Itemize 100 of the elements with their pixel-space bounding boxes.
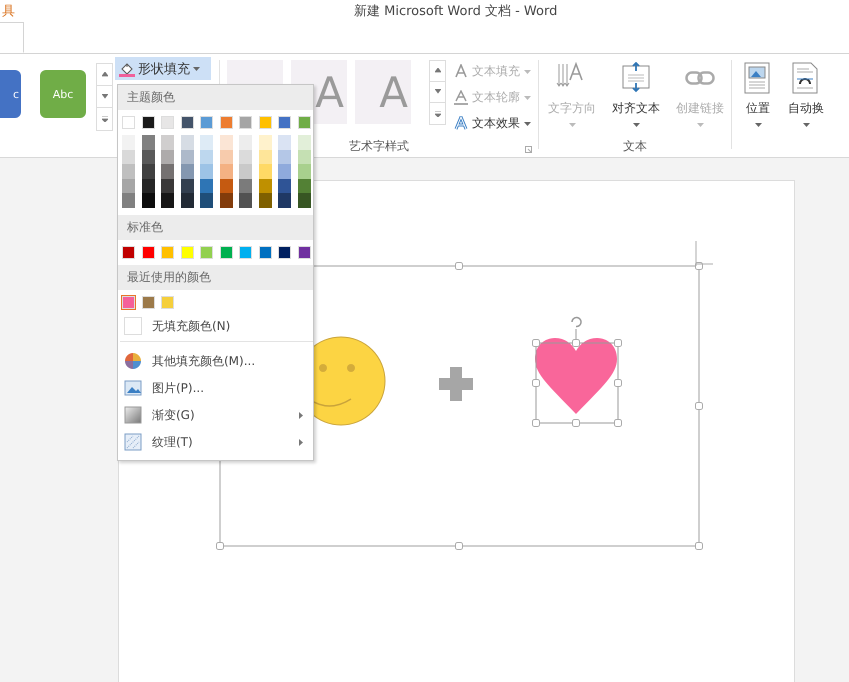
- color-swatch[interactable]: [122, 135, 135, 150]
- shape-style-button[interactable]: c: [0, 70, 21, 118]
- color-swatch[interactable]: [161, 246, 174, 259]
- color-swatch[interactable]: [122, 296, 135, 309]
- color-swatch[interactable]: [161, 164, 174, 179]
- color-swatch[interactable]: [278, 135, 291, 150]
- color-swatch[interactable]: [180, 193, 194, 208]
- color-swatch[interactable]: [239, 193, 252, 208]
- color-swatch[interactable]: [298, 246, 310, 259]
- window-title: 新建 Microsoft Word 文档 - Word: [354, 3, 558, 20]
- text-effects-button[interactable]: 文本效果: [454, 113, 531, 134]
- shape-fill-button[interactable]: 形状填充: [115, 57, 211, 80]
- color-swatch[interactable]: [200, 178, 213, 194]
- color-swatch[interactable]: [200, 246, 213, 259]
- color-swatch[interactable]: [278, 150, 291, 164]
- color-swatch[interactable]: [278, 164, 291, 179]
- gradient-menu-item[interactable]: 渐变(G): [118, 402, 313, 429]
- color-swatch[interactable]: [180, 116, 194, 129]
- color-swatch[interactable]: [258, 246, 272, 259]
- color-swatch[interactable]: [298, 164, 310, 179]
- color-swatch[interactable]: [239, 116, 252, 129]
- color-swatch[interactable]: [239, 135, 252, 150]
- color-swatch[interactable]: [180, 164, 194, 179]
- color-swatch[interactable]: [142, 193, 154, 208]
- color-swatch[interactable]: [278, 246, 291, 259]
- color-swatch[interactable]: [142, 246, 154, 259]
- more-menu-item[interactable]: 其他填充颜色(M)...: [118, 348, 313, 375]
- color-swatch[interactable]: [258, 135, 272, 150]
- color-swatch[interactable]: [239, 178, 252, 194]
- color-swatch[interactable]: [298, 150, 310, 164]
- up-arrow-icon: [434, 68, 440, 74]
- color-swatch[interactable]: [122, 116, 135, 129]
- color-swatch[interactable]: [142, 135, 154, 150]
- color-swatch[interactable]: [122, 150, 135, 164]
- position-button[interactable]: 位置: [734, 60, 782, 157]
- no-fill-menu-item[interactable]: 无填充颜色(N): [118, 312, 313, 340]
- color-swatch[interactable]: [220, 178, 232, 194]
- color-swatch[interactable]: [200, 116, 213, 129]
- color-swatch[interactable]: [200, 150, 213, 164]
- color-swatch[interactable]: [220, 150, 232, 164]
- dialog-launcher-icon[interactable]: [525, 146, 532, 153]
- color-swatch[interactable]: [161, 193, 174, 208]
- color-swatch[interactable]: [161, 116, 174, 129]
- color-swatch[interactable]: [180, 150, 194, 164]
- color-swatch[interactable]: [239, 150, 252, 164]
- group-label: 文本: [623, 138, 647, 154]
- submenu-arrow-icon: [299, 412, 303, 419]
- section-header: 主题颜色: [118, 85, 313, 110]
- color-swatch[interactable]: [180, 135, 194, 150]
- color-swatch[interactable]: [180, 246, 194, 259]
- color-swatch[interactable]: [161, 135, 174, 150]
- color-swatch[interactable]: [122, 193, 135, 208]
- ribbon-tab[interactable]: [0, 22, 24, 53]
- gradient-icon: [124, 406, 142, 424]
- color-swatch[interactable]: [220, 246, 232, 259]
- color-swatch[interactable]: [220, 164, 232, 179]
- picture-menu-item[interactable]: 图片(P)...: [118, 374, 313, 402]
- color-swatch[interactable]: [298, 135, 310, 150]
- color-swatch[interactable]: [180, 178, 194, 194]
- color-swatch[interactable]: [220, 116, 232, 129]
- color-swatch[interactable]: [298, 178, 310, 194]
- color-swatch[interactable]: [142, 296, 154, 309]
- color-swatch[interactable]: [220, 193, 232, 208]
- color-swatch[interactable]: [200, 193, 213, 208]
- color-swatch[interactable]: [142, 178, 154, 194]
- color-swatch[interactable]: [122, 246, 135, 259]
- caret-icon: [802, 123, 810, 127]
- color-swatch[interactable]: [298, 193, 310, 208]
- color-swatch[interactable]: [239, 246, 252, 259]
- color-swatch[interactable]: [161, 150, 174, 164]
- color-swatch[interactable]: [278, 178, 291, 194]
- down-arrow-icon: [434, 89, 440, 95]
- text-align-button[interactable]: 对齐文本: [607, 60, 665, 135]
- color-swatch[interactable]: [258, 164, 272, 179]
- color-swatch[interactable]: [258, 193, 272, 208]
- color-swatch[interactable]: [239, 164, 252, 179]
- heart-shape[interactable]: [535, 338, 617, 414]
- color-swatch[interactable]: [258, 150, 272, 164]
- caret-icon: [524, 70, 531, 74]
- color-swatch[interactable]: [142, 164, 154, 179]
- color-swatch[interactable]: [220, 135, 232, 150]
- color-swatch[interactable]: [142, 150, 154, 164]
- color-swatch[interactable]: [298, 116, 310, 129]
- color-swatch[interactable]: [161, 296, 174, 309]
- color-swatch[interactable]: [258, 116, 272, 129]
- section-header: 标准色: [118, 214, 313, 240]
- color-swatch[interactable]: [122, 164, 135, 179]
- color-swatch[interactable]: [258, 178, 272, 194]
- wrap-button[interactable]: 自动换: [782, 60, 830, 157]
- color-swatch[interactable]: [278, 116, 291, 129]
- submenu-arrow-icon: [299, 438, 303, 446]
- color-swatch[interactable]: [200, 135, 213, 150]
- shape-selection-handles[interactable]: [532, 316, 622, 427]
- texture-menu-item[interactable]: 纹理(T): [118, 428, 313, 456]
- color-swatch[interactable]: [161, 178, 174, 194]
- plus-shape[interactable]: [439, 367, 473, 401]
- color-swatch[interactable]: [278, 193, 291, 208]
- color-swatch[interactable]: [122, 178, 135, 194]
- color-swatch[interactable]: [142, 116, 154, 129]
- color-swatch[interactable]: [200, 164, 213, 179]
